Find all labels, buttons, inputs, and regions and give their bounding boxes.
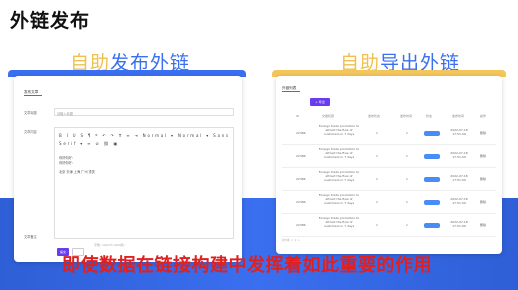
row-title: Foreign trade promotion to attract the f… — [318, 216, 360, 228]
row-date: 2022-07-18 17:51:09 — [450, 220, 468, 228]
rich-text-editor[interactable]: B I U S ¶ ❝ ↶ ↷ 𝐓 ≡ ⇥ Normal ▾ Normal ▾ … — [54, 127, 234, 239]
row-count: 1 — [406, 200, 408, 204]
status-toggle[interactable] — [424, 131, 440, 136]
pagination[interactable]: 共5条 < 1 > — [282, 238, 300, 242]
column-header: 状态 — [426, 114, 433, 118]
delete-link[interactable]: 删除 — [480, 154, 486, 158]
row-id: 22386 — [296, 200, 306, 204]
table-row: 22386 Foreign trade promotion to attract… — [282, 145, 496, 168]
column-header: 操作 — [480, 114, 487, 118]
status-toggle[interactable] — [424, 200, 440, 205]
row-date: 2022-07-18 17:51:09 — [450, 128, 468, 136]
row-title: Foreign trade promotion to attract the f… — [318, 193, 360, 205]
delete-link[interactable]: 删除 — [480, 177, 486, 181]
row-title: Foreign trade promotion to attract the f… — [318, 147, 360, 159]
row-date: 2022-07-18 17:51:09 — [450, 197, 468, 205]
delete-link[interactable]: 删除 — [480, 131, 486, 135]
table-header: ID 文章标题 发布状态 发布时间 状态 发布时间 操作 — [282, 112, 496, 120]
row-count: 1 — [376, 200, 378, 204]
publish-article-panel: 发布文章 文章标题 请输入标题 文章内容 B I U S ¶ ❝ ↶ ↷ 𝐓 ≡… — [14, 76, 242, 262]
row-id: 22386 — [296, 131, 306, 135]
status-toggle[interactable] — [424, 154, 440, 159]
table-row: 22386 Foreign trade promotion to attract… — [282, 214, 496, 237]
row-id: 22386 — [296, 223, 306, 227]
export-links-panel: 外链列表 + 导出 ID 文章标题 发布状态 发布时间 状态 发布时间 操作 2… — [276, 76, 502, 254]
row-count: 1 — [376, 131, 378, 135]
row-id: 22386 — [296, 177, 306, 181]
table-row: 22386 Foreign trade promotion to attract… — [282, 191, 496, 214]
row-title: Foreign trade promotion to attract the f… — [318, 170, 360, 182]
content-field-label: 文章内容 — [24, 130, 37, 134]
row-count: 1 — [376, 177, 378, 181]
row-count: 1 — [376, 223, 378, 227]
slide-subtitle: 即使数据在链接构建中发挥着如此重要的作用 — [62, 255, 432, 276]
row-count: 1 — [406, 154, 408, 158]
table-row: 22386 Foreign trade promotion to attract… — [282, 122, 496, 145]
row-count: 1 — [406, 177, 408, 181]
column-header: 发布状态 — [368, 114, 381, 118]
editor-toolbar[interactable]: B I U S ¶ ❝ ↶ ↷ 𝐓 ≡ ⇥ Normal ▾ Normal ▾ … — [59, 132, 231, 150]
row-count: 1 — [376, 154, 378, 158]
delete-link[interactable]: 删除 — [480, 200, 486, 204]
word-counter: 字数: 100/70 (200级) — [94, 243, 125, 247]
column-header: 文章标题 — [322, 114, 335, 118]
table-row: 22386 Foreign trade promotion to attract… — [282, 168, 496, 191]
status-toggle[interactable] — [424, 177, 440, 182]
remark-field-label: 文章备注 — [24, 235, 37, 239]
row-date: 2022-07-18 17:51:09 — [450, 174, 468, 182]
row-count: 1 — [406, 223, 408, 227]
row-count: 1 — [406, 131, 408, 135]
editor-line: 北京 天津 上海 广州 重庆 — [59, 169, 95, 174]
export-button[interactable]: + 导出 — [310, 98, 330, 106]
slide-title: 外链发布 — [10, 10, 91, 32]
row-title: Foreign trade promotion to attract the f… — [318, 124, 360, 136]
column-header: 发布时间 — [452, 114, 465, 118]
active-tab-indicator — [24, 95, 42, 96]
status-toggle[interactable] — [424, 223, 440, 228]
title-field-label: 文章标题 — [24, 111, 37, 115]
delete-link[interactable]: 删除 — [480, 223, 486, 227]
column-header: ID — [296, 114, 300, 118]
row-id: 22386 — [296, 154, 306, 158]
row-date: 2022-07-18 17:51:09 — [450, 151, 468, 159]
title-input[interactable]: 请输入标题 — [54, 108, 234, 116]
column-header: 发布时间 — [400, 114, 413, 118]
active-tab-indicator — [282, 91, 300, 92]
editor-content[interactable]: 你好你好： 你好你好： 北京 天津 上海 广州 重庆 — [59, 156, 95, 174]
